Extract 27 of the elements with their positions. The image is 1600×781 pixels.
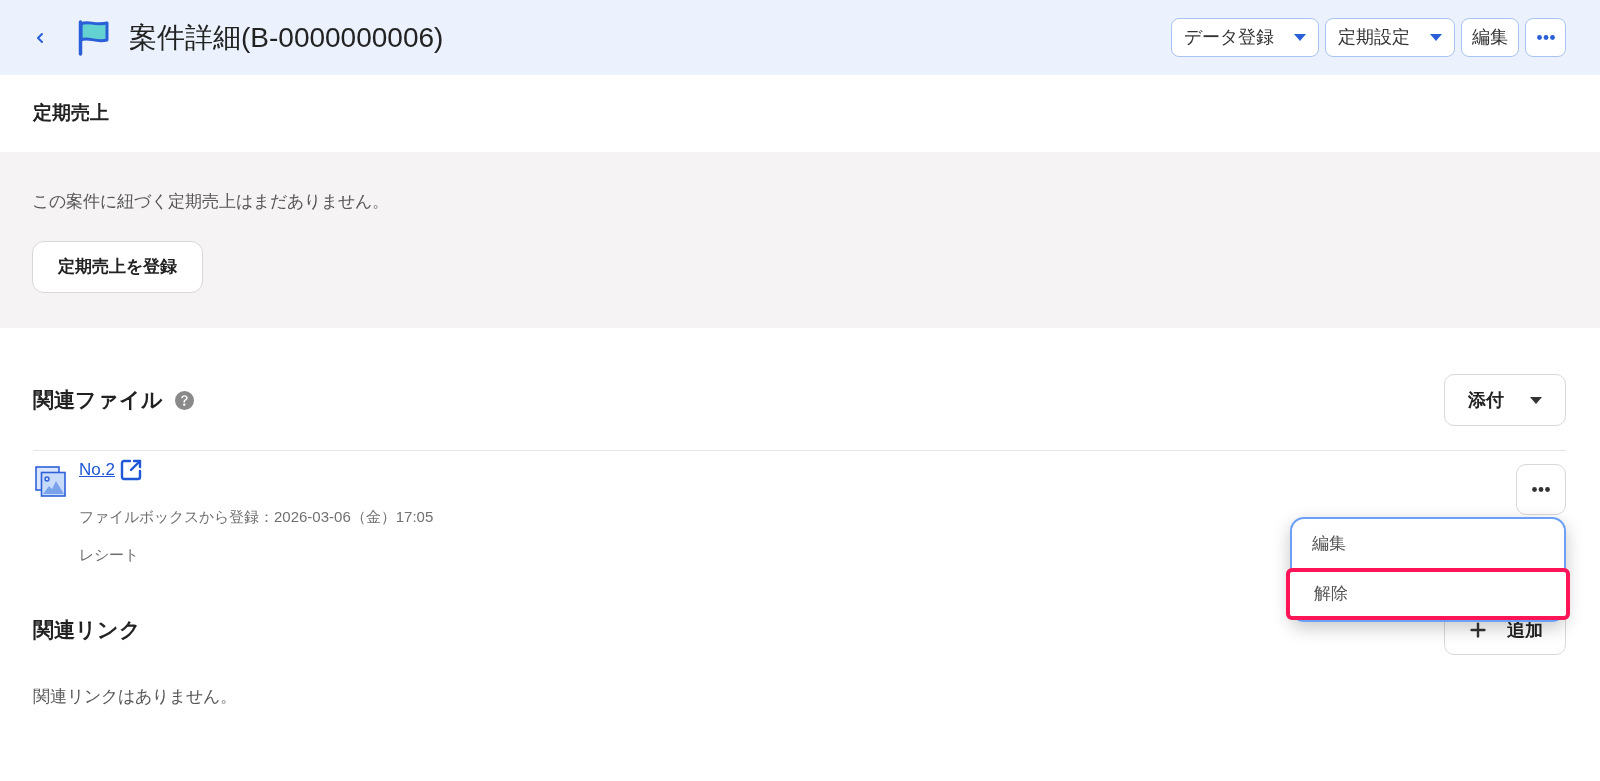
more-icon [1532,487,1550,492]
menu-item[interactable]: 解除 [1286,568,1570,620]
register-button[interactable]: 定期売上を登録 [32,241,203,293]
edit-button[interactable]: 編集 [1461,18,1519,57]
external-link-icon[interactable] [118,458,143,482]
empty-message: この案件に紐づく定期売上はまだありません。 [32,191,390,213]
attach-button[interactable]: 添付 [1444,374,1566,426]
section-title: 関連リンク [33,617,141,644]
caret-down-icon [1294,34,1306,41]
dropdown-button[interactable]: データ登録 [1171,18,1319,57]
dropdown-button[interactable]: 定期設定 [1325,18,1455,57]
file-tag: レシート [79,544,434,566]
help-icon[interactable] [175,390,194,410]
file-link[interactable]: No.2 [79,457,115,483]
image-files-icon [35,466,66,497]
more-button[interactable] [1525,18,1566,57]
section-title: 関連ファイル [33,387,163,414]
file-meta: ファイルボックスから登録：2026-03-06（金）17:05 [79,507,434,527]
caret-down-icon [1530,396,1542,404]
flag-icon [77,19,110,56]
section-title: 定期売上 [33,101,109,126]
empty-message: 関連リンクはありません。 [33,686,238,708]
menu-item[interactable]: 編集 [1292,519,1564,568]
more-icon [1536,35,1555,40]
more-button[interactable] [1516,464,1566,515]
page-title: 案件詳細(B-0000000006) [129,23,444,52]
caret-down-icon [1430,34,1442,41]
